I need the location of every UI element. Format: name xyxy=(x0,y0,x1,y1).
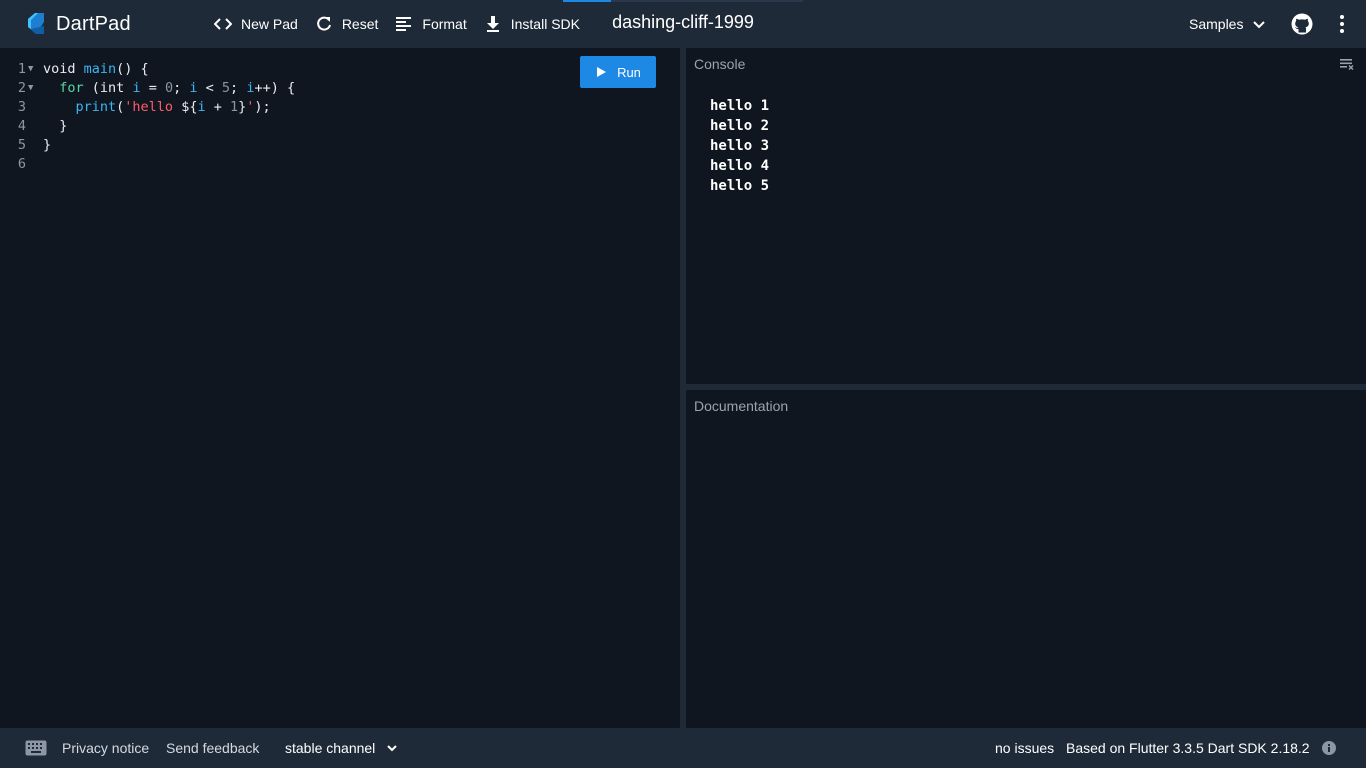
console-line: hello 2 xyxy=(710,118,770,134)
send-feedback-link[interactable]: Send feedback xyxy=(166,740,259,756)
code-text: print('hello ${i + 1}'); xyxy=(43,98,271,117)
code-token: void xyxy=(43,61,84,77)
samples-label: Samples xyxy=(1189,16,1244,32)
code-brackets-icon xyxy=(214,18,232,30)
dart-logo-icon xyxy=(28,13,44,34)
line-number: 4 xyxy=(17,118,26,134)
fold-arrow-icon[interactable]: ▼ xyxy=(28,79,33,98)
chevron-down-icon xyxy=(1253,21,1266,29)
code-token: i xyxy=(189,80,198,96)
code-text: void main() { xyxy=(43,60,149,79)
code-token: print xyxy=(75,99,117,115)
line-number: 1 xyxy=(17,61,26,77)
documentation-title: Documentation xyxy=(694,398,789,414)
code-token: < xyxy=(197,80,222,96)
toolbar: New Pad Reset Format Install SDK xyxy=(214,12,597,36)
samples-dropdown[interactable]: Samples xyxy=(1189,12,1267,36)
code-token: ); xyxy=(254,99,271,115)
run-label: Run xyxy=(617,64,641,80)
code-text: } xyxy=(43,117,67,136)
code-token: 1 xyxy=(230,99,239,115)
channel-label: stable channel xyxy=(285,740,376,756)
issues-status[interactable]: no issues xyxy=(995,740,1054,756)
code-token: ; xyxy=(230,80,247,96)
refresh-icon xyxy=(317,16,331,31)
logo-text: DartPad xyxy=(56,12,131,35)
info-icon[interactable] xyxy=(1321,740,1337,756)
privacy-notice-link[interactable]: Privacy notice xyxy=(62,740,149,756)
pad-title: dashing-cliff-1999 xyxy=(612,12,754,32)
code-token: + xyxy=(205,99,230,115)
line-number: 2 xyxy=(17,80,26,96)
code-token: 0 xyxy=(164,80,174,96)
code-token: for xyxy=(59,80,84,96)
new-pad-label: New Pad xyxy=(241,16,298,32)
line-number: 6 xyxy=(17,156,26,172)
code-editor[interactable]: 1 ▼ void main() {2 ▼ for (int i = 0; i < 5;… xyxy=(0,48,680,728)
code-token: = xyxy=(140,80,165,96)
footer: Privacy notice Send feedback stable chan… xyxy=(0,728,1366,768)
code-token: ++) { xyxy=(254,80,296,96)
code-text: for (int i = 0; i < 5; i++) { xyxy=(43,79,295,98)
code-token: i xyxy=(132,80,141,96)
chevron-down-icon xyxy=(387,745,398,752)
line-number: 3 xyxy=(17,99,26,115)
console-line: hello 4 xyxy=(710,158,770,174)
code-token: 5 xyxy=(221,80,231,96)
download-icon xyxy=(486,16,499,32)
console-title: Console xyxy=(694,56,746,72)
loading-progress-fill xyxy=(563,0,611,2)
app-header: DartPad New Pad Reset Format Install SDK… xyxy=(0,0,1366,48)
new-pad-button[interactable]: New Pad xyxy=(214,12,298,36)
dartpad-logo[interactable]: DartPad xyxy=(24,12,131,36)
reset-button[interactable]: Reset xyxy=(315,12,379,36)
format-label: Format xyxy=(422,16,467,32)
code-token: () { xyxy=(116,61,149,77)
run-button[interactable]: Run xyxy=(580,56,656,88)
console-panel: Console hello 1 hello 2 hello 3 hello 4 hell… xyxy=(686,48,1366,384)
format-button[interactable]: Format xyxy=(395,12,467,36)
code-token: i xyxy=(197,99,206,115)
loading-progress-bar xyxy=(563,0,803,2)
github-icon[interactable] xyxy=(1290,12,1314,36)
code-token: main xyxy=(83,61,117,77)
install-sdk-button[interactable]: Install SDK xyxy=(484,12,580,36)
channel-dropdown[interactable]: stable channel xyxy=(285,740,399,756)
code-token: } xyxy=(43,137,52,153)
console-line: hello 5 xyxy=(710,178,770,194)
fold-arrow-icon[interactable]: ▼ xyxy=(28,60,33,79)
code-token: ${ xyxy=(181,99,198,115)
line-number: 5 xyxy=(17,137,26,153)
clear-console-icon[interactable] xyxy=(1340,58,1354,70)
console-output: hello 1 hello 2 hello 3 hello 4 hello 5 xyxy=(710,96,769,196)
more-vert-icon[interactable] xyxy=(1330,12,1354,36)
documentation-panel: Documentation xyxy=(686,390,1366,728)
install-sdk-label: Install SDK xyxy=(510,16,580,32)
sdk-version-text: Based on Flutter 3.3.5 Dart SDK 2.18.2 xyxy=(1066,740,1310,756)
format-lines-icon xyxy=(396,17,412,31)
console-line: hello 1 xyxy=(710,98,770,114)
play-icon xyxy=(597,67,607,77)
reset-label: Reset xyxy=(341,16,379,32)
code-text: } xyxy=(43,136,51,155)
code-token: 'hello xyxy=(124,99,182,115)
keyboard-icon[interactable] xyxy=(25,740,47,756)
code-token: (int xyxy=(83,80,133,96)
console-line: hello 3 xyxy=(710,138,770,154)
code-token: } xyxy=(43,118,68,134)
code-token: ; xyxy=(173,80,190,96)
